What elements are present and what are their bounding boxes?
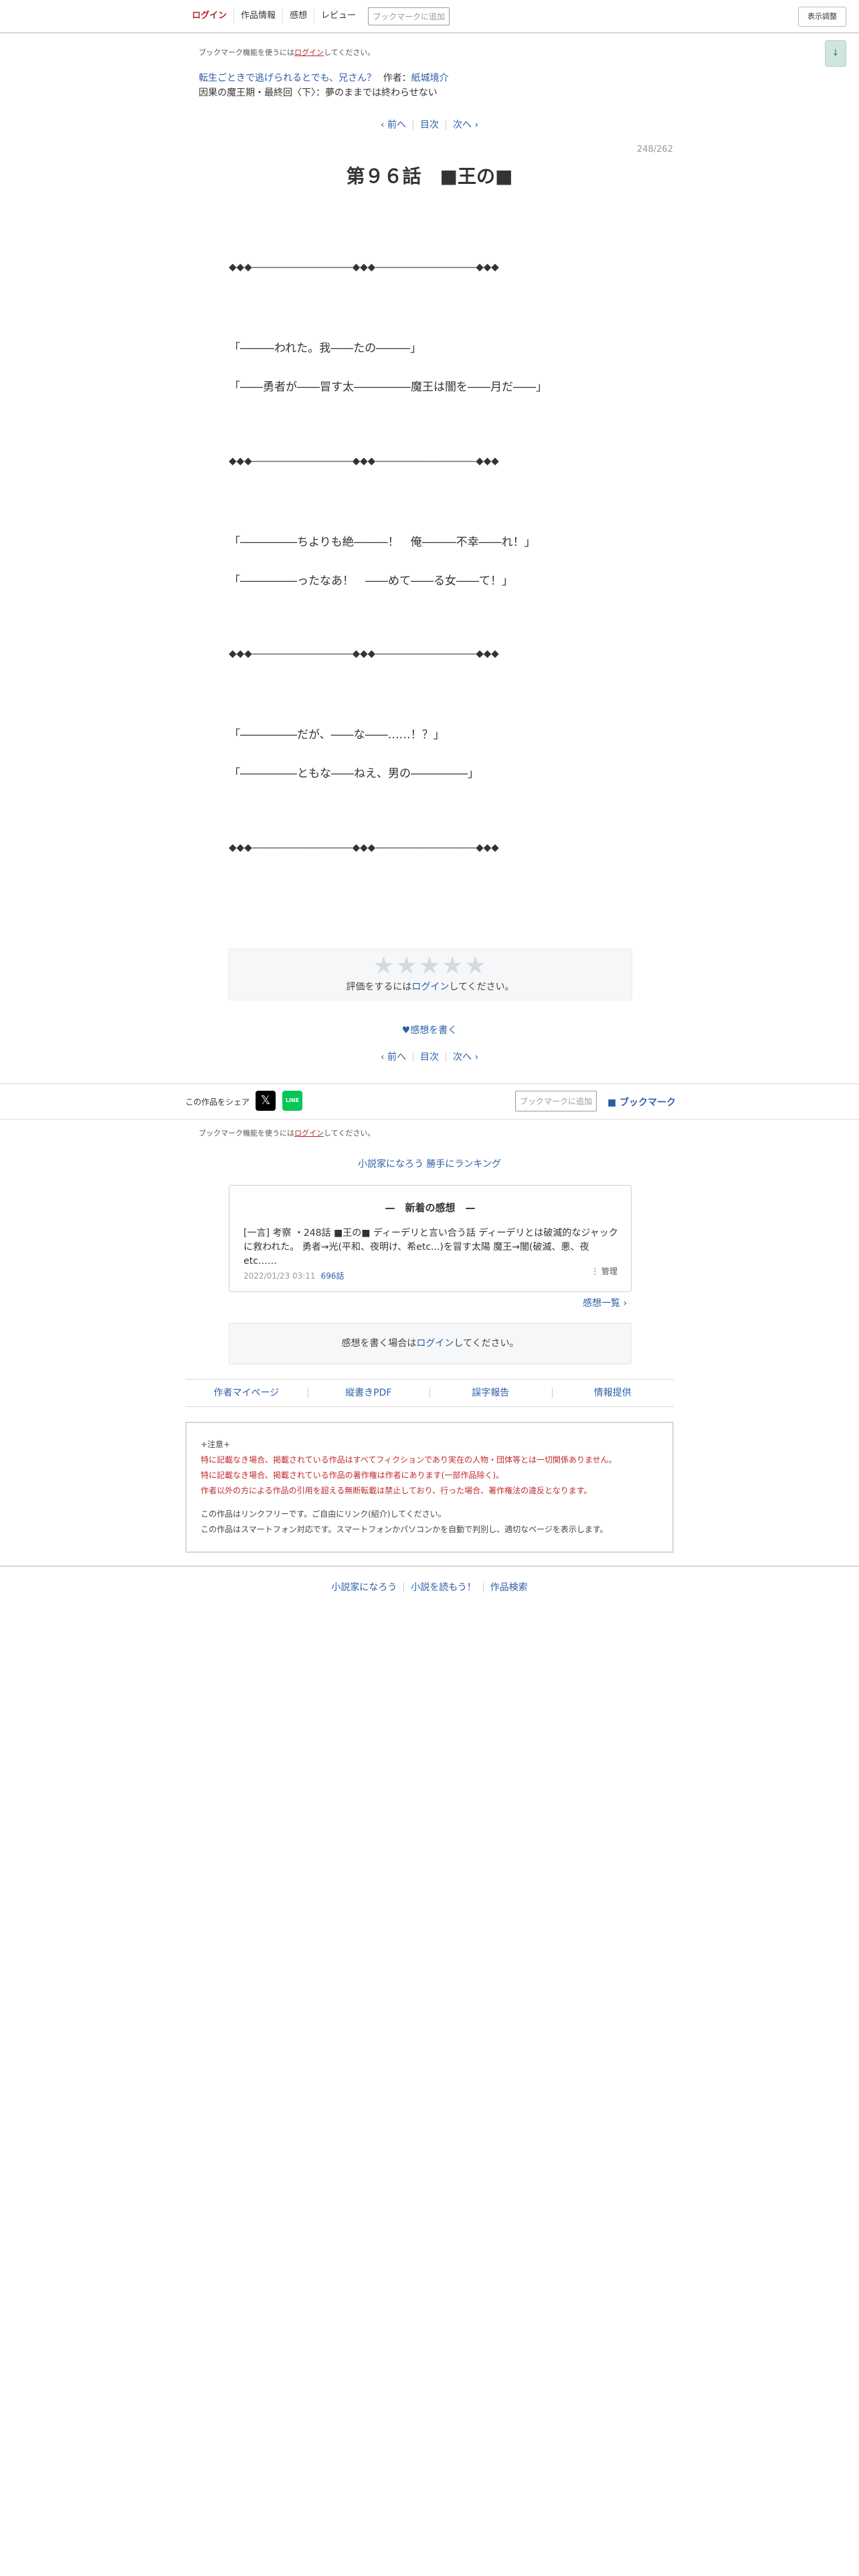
chapter-subtitle: 因果の魔王期・最終回〈下〉：夢のままでは終わらせない [199, 88, 438, 98]
footer: 小説家になろう 小説を読もう！ 作品検索 [0, 1566, 859, 1594]
star-icon[interactable]: ★ [464, 953, 487, 980]
write-login-link[interactable]: ログイン [416, 1338, 454, 1349]
novel-title-link[interactable]: 転生ごときで逃げられるとでも、兄さん？ [199, 73, 376, 84]
footer-link-search[interactable]: 作品検索 [490, 1582, 528, 1593]
prev-link[interactable]: ‹ 前へ [381, 1052, 406, 1063]
write-impression-box: 感想を書く場合はログインしてください。 [229, 1323, 632, 1364]
body-line: 「―――われた。我――たの―――」 [229, 342, 422, 355]
scroll-down-tab[interactable]: ↓ [825, 40, 846, 67]
notice-red-line: 作者以外の方による作品の引用を超える無断転載は禁止しており、行った場合、著作権法… [201, 1486, 592, 1495]
display-adjust-button[interactable]: 表示調整 [798, 7, 846, 27]
typo-report-link[interactable]: 誤字報告 [430, 1380, 552, 1406]
share-label: この作品をシェア [185, 1097, 250, 1107]
notice-title: +注意+ [201, 1440, 231, 1449]
separator-line: ◆◆◆――――――――――◆◆◆――――――――――◆◆◆ [229, 455, 499, 467]
episode-counter: 248/262 [636, 144, 673, 154]
rating-suffix: してください。 [449, 982, 514, 992]
review-link[interactable]: レビュー [314, 9, 363, 23]
note-prefix: ブックマーク機能を使うには [199, 1129, 294, 1138]
star-icon[interactable]: ★ [419, 953, 442, 980]
episode-title: 第９６話 ■王の■ [346, 165, 513, 187]
impression-manage-button[interactable]: ⋮ 管理 [591, 1265, 617, 1277]
toc-link[interactable]: 目次 [420, 120, 439, 130]
notice-gray-line: この作品はリンクフリーです。ご自由にリンク(紹介)してください。 [201, 1509, 446, 1519]
author-mypage-link[interactable]: 作者マイページ [185, 1380, 308, 1406]
login-link[interactable]: ログイン [185, 9, 235, 23]
bottom-links: 作者マイページ 縦書きPDF 誤字報告 情報提供 [185, 1379, 674, 1407]
footer-link-yomou[interactable]: 小説を読もう！ [411, 1582, 476, 1593]
star-icon[interactable]: ★ [442, 953, 464, 980]
impression-episode-link[interactable]: 696話 [321, 1271, 345, 1281]
star-icon[interactable]: ★ [396, 953, 419, 980]
author-label: 作者： [383, 73, 411, 84]
share-bar: この作品をシェア 𝕏 LINE ブックマークに追加 ■ ブックマーク [0, 1083, 859, 1119]
star-icon[interactable]: ★ [373, 953, 395, 980]
rating-box: ★★★★★ 評価をするにはログインしてください。 [228, 948, 632, 1000]
work-info-link[interactable]: 作品情報 [234, 9, 284, 23]
rating-login-link[interactable]: ログイン [411, 982, 449, 992]
bookmark-add-button[interactable]: ブックマークに追加 [515, 1091, 597, 1111]
header-nav: ログイン 作品情報 感想 レビュー ブックマークに追加 [185, 4, 450, 28]
prev-link[interactable]: ‹ 前へ [381, 120, 406, 130]
note-login-link[interactable]: ログイン [294, 1129, 324, 1138]
line-share-icon[interactable]: LINE [282, 1091, 302, 1111]
rating-stars[interactable]: ★★★★★ [229, 953, 632, 980]
ranking-link[interactable]: 小説家になろう 勝手にランキング [358, 1159, 501, 1170]
body-line: 「―――――ったなあ！ ――めて――る女――て！」 [229, 574, 513, 588]
info-provide-link[interactable]: 情報提供 [551, 1380, 674, 1406]
footer-link-narou[interactable]: 小説家になろう [331, 1582, 397, 1593]
notice-box: +注意+ 特に記載なき場合、掲載されている作品はすべてフィクションであり実在の人… [185, 1422, 674, 1553]
latest-impression-box: — 新着の感想 — [一言] 考察 ・248話 ■王の■ ディーデリと言い合う話… [229, 1185, 632, 1292]
bookmark-login-note: ブックマーク機能を使うにはログインしてください。 [199, 1128, 375, 1138]
note-suffix: してください。 [324, 1129, 375, 1138]
novel-info: 転生ごときで逃げられるとでも、兄さん？ 作者：紙城境介 因果の魔王期・最終回〈下… [199, 71, 449, 100]
rating-login-note: 評価をするにはログインしてください。 [229, 980, 632, 993]
bookmark-link[interactable]: ■ ブックマーク [607, 1095, 676, 1109]
ranking-row: 小説家になろう 勝手にランキング [0, 1157, 859, 1170]
impressions-link[interactable]: 感想 [283, 9, 315, 23]
toc-link[interactable]: 目次 [420, 1052, 439, 1063]
pager-top: ‹ 前へ 目次 次へ › [0, 118, 859, 131]
body-line: 「―――――だが、――な――……！？」 [229, 728, 445, 742]
pager-bottom: ‹ 前へ 目次 次へ › [0, 1050, 859, 1063]
rating-prefix: 評価をするには [346, 982, 412, 992]
separator-line: ◆◆◆――――――――――◆◆◆――――――――――◆◆◆ [229, 841, 499, 853]
impression-date: 2022/01/23 03:11 [244, 1271, 316, 1281]
notice-gray-line: この作品はスマートフォン対応です。スマートフォンかパソコンかを自動で判別し、適切… [201, 1525, 608, 1534]
write-prefix: 感想を書く場合は [341, 1338, 417, 1349]
separator-line: ◆◆◆――――――――――◆◆◆――――――――――◆◆◆ [229, 261, 499, 273]
latest-impression-heading: — 新着の感想 — [385, 1202, 476, 1214]
body-line: 「―――――ともな――ねえ、男の―――――」 [229, 767, 479, 780]
note-prefix: ブックマーク機能を使うには [199, 48, 294, 57]
next-link[interactable]: 次へ › [453, 1052, 478, 1063]
x-share-icon[interactable]: 𝕏 [256, 1091, 276, 1111]
notice-red-line: 特に記載なき場合、掲載されている作品の著作権は作者にあります(一部作品除く)。 [201, 1471, 504, 1480]
latest-impression-text[interactable]: [一言] 考察 ・248話 ■王の■ ディーデリと言い合う話 ディーデリとは破滅… [244, 1226, 619, 1269]
note-suffix: してください。 [324, 48, 375, 57]
next-link[interactable]: 次へ › [453, 120, 478, 130]
write-suffix: してください。 [454, 1338, 519, 1349]
body-line: 「―――――ちよりも絶―――！ 俺―――不幸――れ！」 [229, 536, 536, 549]
body-line: 「――勇者が――冒す太―――――魔王は闇を――月だ――」 [229, 381, 547, 394]
header-bar: ログイン 作品情報 感想 レビュー ブックマークに追加 表示調整 [0, 0, 859, 33]
impression-list-link[interactable]: 感想一覧 › [583, 1296, 627, 1309]
separator-line: ◆◆◆――――――――――◆◆◆――――――――――◆◆◆ [229, 647, 499, 659]
notice-red-line: 特に記載なき場合、掲載されている作品はすべてフィクションであり実在の人物・団体等… [201, 1455, 617, 1465]
write-impression-link[interactable]: ♥感想を書く [402, 1025, 458, 1036]
latest-impression-meta: 2022/01/23 03:11 696話 [244, 1270, 631, 1281]
author-link[interactable]: 紙城境介 [411, 73, 449, 84]
write-impression-row: ♥感想を書く [0, 1023, 859, 1037]
bookmark-add-button[interactable]: ブックマークに追加 [368, 7, 450, 25]
vertical-pdf-link[interactable]: 縦書きPDF [307, 1380, 430, 1406]
note-login-link[interactable]: ログイン [294, 48, 324, 57]
bookmark-login-note: ブックマーク機能を使うにはログインしてください。 [199, 47, 375, 58]
